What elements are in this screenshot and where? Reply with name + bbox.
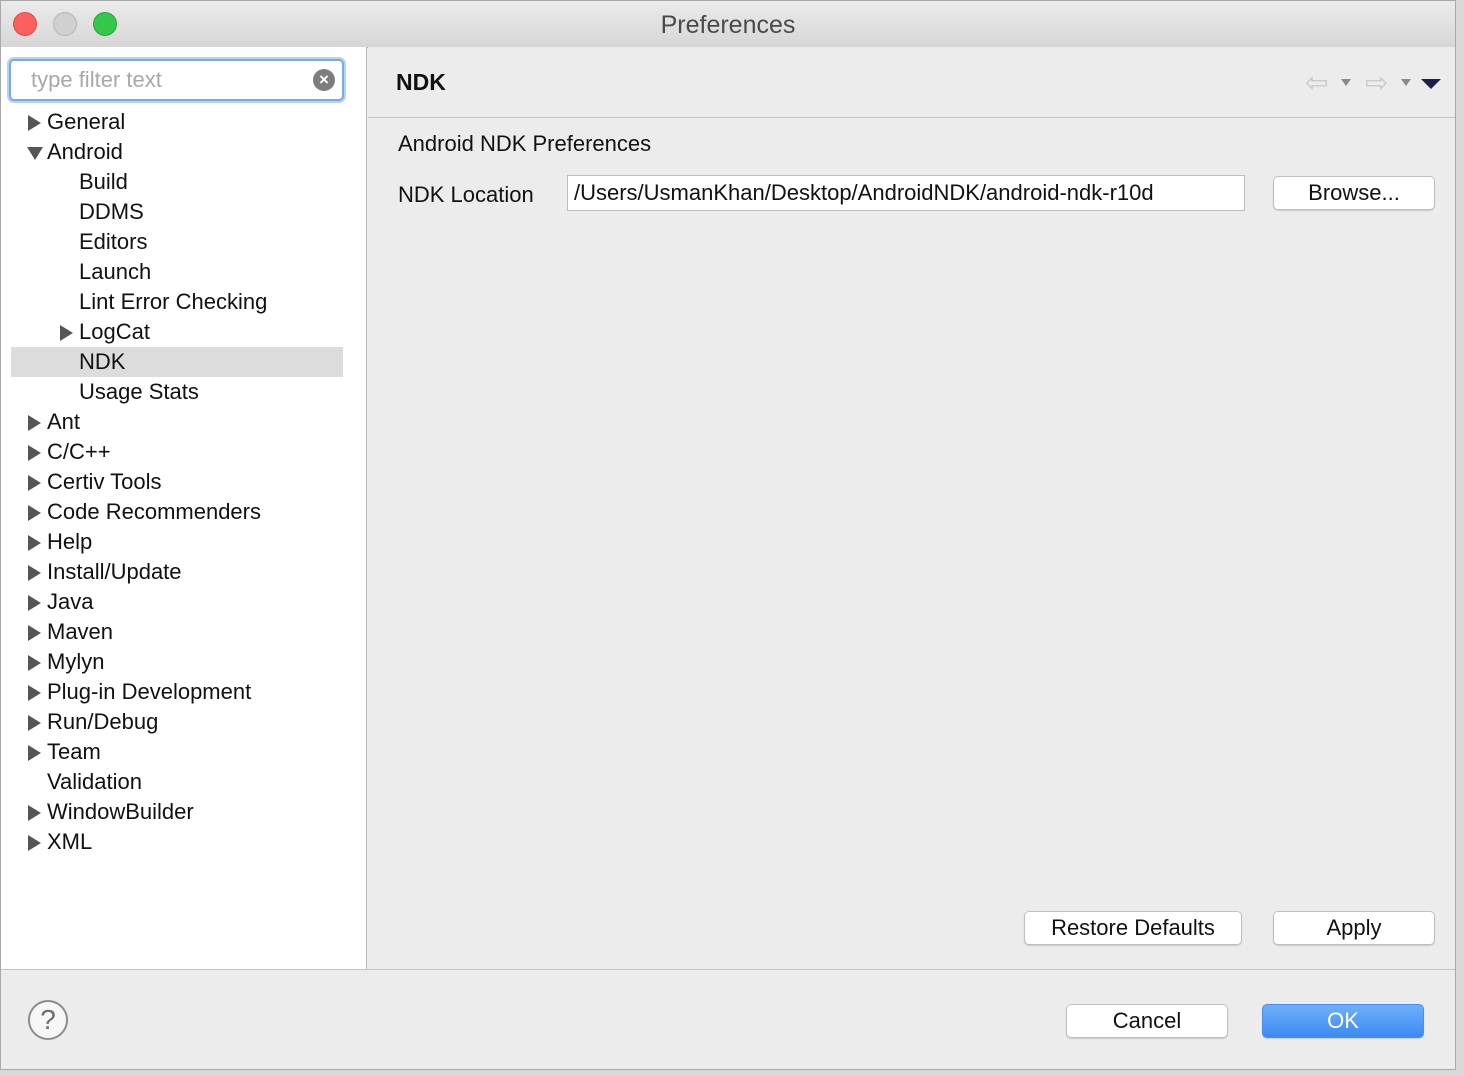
tree-item-label: Launch <box>79 259 152 284</box>
tree-item-ddms[interactable]: DDMS <box>1 197 366 227</box>
preference-tree: General Android Build DDMS Editors Launch Lint… <box>1 107 366 857</box>
tree-item-install-update[interactable]: Install/Update <box>1 557 366 587</box>
tree-item-label: C/C++ <box>47 439 111 464</box>
restore-defaults-button[interactable]: Restore Defaults <box>1024 911 1242 945</box>
collapsed-triangle-icon[interactable] <box>27 527 41 557</box>
tree-item-label: Team <box>47 739 101 764</box>
tree-item-label: XML <box>47 829 93 854</box>
title-bar: Preferences <box>1 1 1455 48</box>
tree-item-label: NDK <box>79 349 126 374</box>
tree-item-android[interactable]: Android <box>1 137 366 167</box>
tree-item-build[interactable]: Build <box>1 167 366 197</box>
tree-item-lint-error-checking[interactable]: Lint Error Checking <box>1 287 366 317</box>
view-menu-icon[interactable] <box>1421 79 1441 89</box>
forward-arrow-icon[interactable]: ⇨ <box>1365 69 1388 97</box>
collapsed-triangle-icon[interactable] <box>27 587 41 617</box>
dialog-button-bar: ? Cancel OK <box>1 969 1455 1069</box>
collapsed-triangle-icon[interactable] <box>27 647 41 677</box>
tree-item-label: Java <box>47 589 94 614</box>
tree-item-windowbuilder[interactable]: WindowBuilder <box>1 797 366 827</box>
clear-filter-icon[interactable]: × <box>313 69 335 91</box>
forward-dropdown-icon[interactable] <box>1401 79 1411 86</box>
collapsed-triangle-icon[interactable] <box>27 107 41 137</box>
tree-item-label: Android <box>47 139 123 164</box>
tree-item-launch[interactable]: Launch <box>1 257 366 287</box>
tree-item-label: Ant <box>47 409 81 434</box>
tree-item-label: Validation <box>47 769 142 794</box>
collapsed-triangle-icon[interactable] <box>27 557 41 587</box>
collapsed-triangle-icon[interactable] <box>27 677 41 707</box>
tree-item-label: Run/Debug <box>47 709 159 734</box>
expanded-triangle-icon[interactable] <box>27 137 43 167</box>
tree-item-general[interactable]: General <box>1 107 366 137</box>
help-icon[interactable]: ? <box>28 1000 68 1040</box>
collapsed-triangle-icon[interactable] <box>27 827 41 857</box>
collapsed-triangle-icon[interactable] <box>27 737 41 767</box>
tree-item-ant[interactable]: Ant <box>1 407 366 437</box>
ndk-location-label: NDK Location <box>398 182 534 207</box>
tree-item-maven[interactable]: Maven <box>1 617 366 647</box>
page-header: NDK ⇦ ⇨ <box>368 47 1455 118</box>
tree-item-usage-stats[interactable]: Usage Stats <box>1 377 366 407</box>
filter-input[interactable] <box>19 65 333 95</box>
page-navigation: ⇦ ⇨ <box>1305 69 1441 97</box>
tree-item-team[interactable]: Team <box>1 737 366 767</box>
tree-item-label: Editors <box>79 229 148 254</box>
tree-item-label: Usage Stats <box>79 379 199 404</box>
section-title: Android NDK Preferences <box>398 131 652 156</box>
cancel-button[interactable]: Cancel <box>1066 1004 1228 1038</box>
tree-item-label: Lint Error Checking <box>79 289 268 314</box>
page-title: NDK <box>396 69 446 95</box>
collapsed-triangle-icon[interactable] <box>27 707 41 737</box>
back-dropdown-icon[interactable] <box>1341 79 1351 86</box>
tree-item-label: Install/Update <box>47 559 182 584</box>
tree-item-label: Plug-in Development <box>47 679 252 704</box>
tree-item-ndk[interactable]: NDK <box>11 347 343 377</box>
tree-item-help[interactable]: Help <box>1 527 366 557</box>
tree-item-code-recommenders[interactable]: Code Recommenders <box>1 497 366 527</box>
tree-item-logcat[interactable]: LogCat <box>1 317 366 347</box>
tree-item-xml[interactable]: XML <box>1 827 366 857</box>
tree-item-label: Code Recommenders <box>47 499 261 524</box>
collapsed-triangle-icon[interactable] <box>27 617 41 647</box>
window-title: Preferences <box>660 11 796 39</box>
collapsed-triangle-icon[interactable] <box>59 317 73 347</box>
ndk-location-field[interactable] <box>567 175 1245 211</box>
collapsed-triangle-icon[interactable] <box>27 437 41 467</box>
tree-item-certiv-tools[interactable]: Certiv Tools <box>1 467 366 497</box>
tree-item-run-debug[interactable]: Run/Debug <box>1 707 366 737</box>
tree-item-label: Certiv Tools <box>47 469 162 494</box>
ok-button[interactable]: OK <box>1262 1004 1424 1038</box>
collapsed-triangle-icon[interactable] <box>27 497 41 527</box>
tree-item-c-c[interactable]: C/C++ <box>1 437 366 467</box>
tree-item-mylyn[interactable]: Mylyn <box>1 647 366 677</box>
tree-item-label: LogCat <box>79 319 150 344</box>
apply-button[interactable]: Apply <box>1273 911 1435 945</box>
tree-item-plug-in-development[interactable]: Plug-in Development <box>1 677 366 707</box>
tree-item-label: Maven <box>47 619 114 644</box>
tree-item-label: DDMS <box>79 199 144 224</box>
tree-item-label: Help <box>47 529 93 554</box>
tree-item-label: General <box>47 109 126 134</box>
filter-box: × <box>9 59 344 101</box>
back-arrow-icon[interactable]: ⇦ <box>1305 69 1328 97</box>
tree-item-validation[interactable]: Validation <box>1 767 366 797</box>
tree-item-label: WindowBuilder <box>47 799 194 824</box>
collapsed-triangle-icon[interactable] <box>27 467 41 497</box>
tree-item-label: Build <box>79 169 128 194</box>
tree-item-editors[interactable]: Editors <box>1 227 366 257</box>
browse-button[interactable]: Browse... <box>1273 176 1435 210</box>
tree-item-java[interactable]: Java <box>1 587 366 617</box>
collapsed-triangle-icon[interactable] <box>27 797 41 827</box>
preferences-window: Preferences × General Android Build DDMS Edi… <box>0 0 1456 1070</box>
preference-tree-panel: × General Android Build DDMS Editors Launch Li… <box>1 47 367 969</box>
tree-item-label: Mylyn <box>47 649 105 674</box>
collapsed-triangle-icon[interactable] <box>27 407 41 437</box>
ndk-preference-page: Android NDK Preferences NDK Location Bro… <box>368 118 1455 969</box>
